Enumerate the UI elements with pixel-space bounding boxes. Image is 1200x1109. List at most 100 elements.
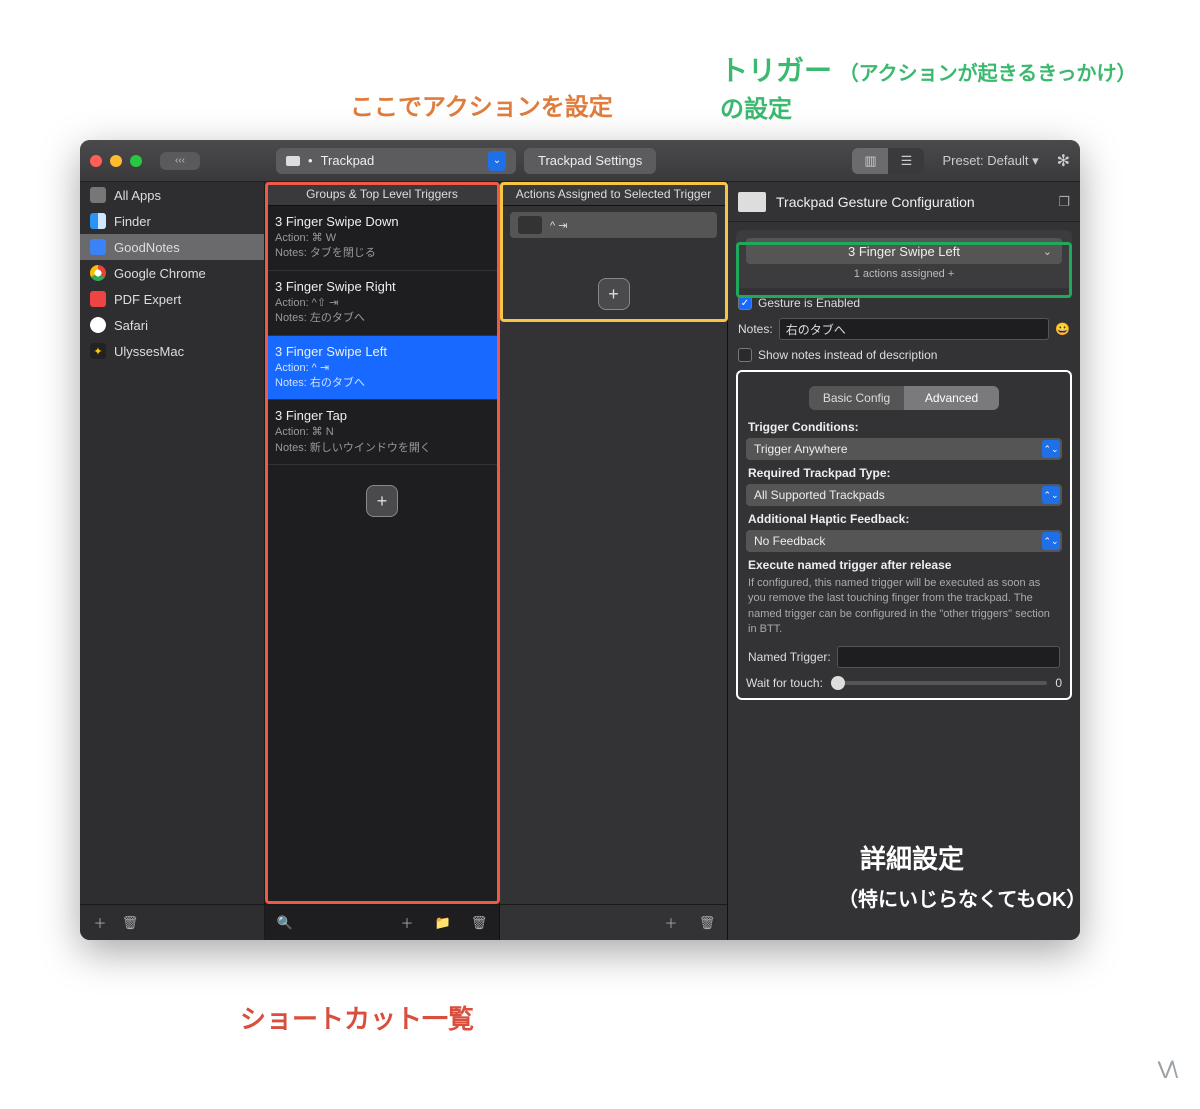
view-columns-icon[interactable]: ▥ (852, 148, 888, 174)
app-window: ‹‹‹ • Trackpad ⌄ Trackpad Settings ▥ ☰ P… (80, 140, 1080, 940)
shownotes-label: Show notes instead of description (758, 348, 937, 362)
view-list-icon[interactable]: ☰ (888, 148, 924, 174)
add-action-footer-icon[interactable]: ＋ (661, 913, 681, 933)
trigger-item[interactable]: 3 Finger Tap Action: ⌘ N Notes: 新しいウインドウ… (265, 400, 499, 465)
notes-input[interactable] (779, 318, 1049, 340)
shownotes-checkbox[interactable] (738, 348, 752, 362)
device-selector[interactable]: • Trackpad ⌄ (276, 148, 516, 174)
folder-icon[interactable]: 📁 (433, 913, 453, 933)
view-segment[interactable]: ▥ ☰ (852, 148, 924, 174)
add-app-icon[interactable]: ＋ (90, 913, 110, 933)
chevron-down-icon: ⌄ (1043, 245, 1052, 258)
toolbar: ‹‹‹ • Trackpad ⌄ Trackpad Settings ▥ ☰ P… (80, 140, 1080, 182)
trigger-notes: Notes: 右のタブへ (275, 376, 489, 391)
trigger-item[interactable]: 3 Finger Swipe Down Action: ⌘ W Notes: タ… (265, 206, 499, 271)
preset-selector[interactable]: Preset: Default ▾ (942, 153, 1038, 169)
notch (604, 238, 624, 248)
annotation-action: ここでアクションを設定 (350, 90, 613, 126)
sidebar: All Apps Finder GoodNotes Google Chrome PDF … (80, 182, 265, 940)
sidebar-item-pdf-expert[interactable]: PDF Expert (80, 286, 264, 312)
config-column: Trackpad Gesture Configuration ❐ 3 Finge… (728, 182, 1080, 940)
caret-icon: ⌃⌄ (1042, 440, 1060, 458)
trash-icon[interactable]: 🗑 (469, 913, 489, 933)
trigger-action: Action: ^⇧ ⇥ (275, 296, 489, 311)
sidebar-item-safari[interactable]: Safari (80, 312, 264, 338)
wait-value: 0 (1055, 676, 1062, 690)
sidebar-item-google-chrome[interactable]: Google Chrome (80, 260, 264, 286)
uly-icon: ✦ (90, 343, 106, 359)
tab-advanced[interactable]: Advanced (904, 386, 999, 410)
trigger-title: 3 Finger Swipe Down (275, 214, 489, 229)
execute-label: Execute named trigger after release (748, 558, 1060, 572)
delete-app-icon[interactable]: 🗑 (120, 913, 140, 933)
pdf-icon (90, 291, 106, 307)
trackpad-settings-button[interactable]: Trackpad Settings (524, 148, 656, 174)
add-action-button[interactable]: + (598, 278, 630, 310)
close-dot[interactable] (90, 155, 102, 167)
trackpad-large-icon (738, 192, 766, 212)
trackpad-type-label: Required Trackpad Type: (748, 466, 1060, 480)
sidebar-item-finder[interactable]: Finder (80, 208, 264, 234)
trackpad-type-select[interactable]: All Supported Trackpads ⌃⌄ (746, 484, 1062, 506)
trigger-title: 3 Finger Swipe Left (275, 344, 489, 359)
trash-action-icon[interactable]: 🗑 (697, 913, 717, 933)
named-trigger-label: Named Trigger: (748, 650, 831, 664)
action-chip[interactable]: ^ ⇥ (510, 212, 717, 238)
haptic-select[interactable]: No Feedback ⌃⌄ (746, 530, 1062, 552)
config-title: Trackpad Gesture Configuration (776, 194, 975, 210)
annotation-detail-sub: （特にいじらなくてもOK） (838, 885, 1086, 915)
trigger-action: Action: ⌘ N (275, 425, 489, 440)
triggers-footer: 🔍 ＋ 📁 🗑 (265, 904, 499, 940)
trigger-item[interactable]: 3 Finger Swipe Left Action: ^ ⇥ Notes: 右… (265, 336, 499, 401)
gesture-name: 3 Finger Swipe Left (848, 244, 960, 259)
annotation-detail-title: 詳細設定 (860, 840, 964, 879)
trigger-item[interactable]: 3 Finger Swipe Right Action: ^⇧ ⇥ Notes:… (265, 271, 499, 336)
sidebar-item-all-apps[interactable]: All Apps (80, 182, 264, 208)
enabled-row[interactable]: ✓ Gesture is Enabled (738, 296, 1070, 310)
trigger-notes: Notes: タブを閉じる (275, 246, 489, 261)
annotation-trigger: トリガー （アクションが起きるきっかけ） の設定 (720, 50, 1137, 128)
trigger-title: 3 Finger Tap (275, 408, 489, 423)
trigger-cond-select[interactable]: Trigger Anywhere ⌃⌄ (746, 438, 1062, 460)
wait-slider[interactable] (831, 681, 1047, 685)
add-icon[interactable]: ＋ (397, 913, 417, 933)
tab-basic[interactable]: Basic Config (809, 386, 904, 410)
emoji-icon[interactable]: 😀 (1055, 322, 1070, 336)
sidebar-item-goodnotes[interactable]: GoodNotes (80, 234, 264, 260)
wait-label: Wait for touch: (746, 676, 823, 690)
enabled-checkbox[interactable]: ✓ (738, 296, 752, 310)
trigger-cond-label: Trigger Conditions: (748, 420, 1060, 434)
trigger-title: 3 Finger Swipe Right (275, 279, 489, 294)
tab-segment[interactable]: Basic Config Advanced (809, 386, 999, 410)
back-button[interactable]: ‹‹‹ (160, 152, 200, 170)
named-trigger-input[interactable] (837, 646, 1060, 668)
chevron-icon: ⌄ (488, 151, 506, 171)
enabled-label: Gesture is Enabled (758, 296, 860, 310)
annotation-shortcut-list: ショートカット一覧 (240, 1000, 474, 1039)
actions-footer: ＋ 🗑 (500, 904, 727, 940)
traffic-lights (90, 155, 142, 167)
haptic-label: Additional Haptic Feedback: (748, 512, 1060, 526)
trigger-notes: Notes: 新しいウインドウを開く (275, 441, 489, 456)
notes-row: Notes: 😀 (738, 318, 1070, 340)
trigger-action: Action: ⌘ W (275, 231, 489, 246)
named-trigger-row: Named Trigger: (748, 646, 1060, 668)
actions-header: Actions Assigned to Selected Trigger (500, 182, 727, 206)
device-label: Trackpad (321, 153, 375, 168)
add-trigger-button[interactable]: + (366, 485, 398, 517)
gesture-subtext: 1 actions assigned + (746, 268, 1062, 280)
gear-icon[interactable]: ✻ (1057, 151, 1070, 171)
trigger-notes: Notes: 左のタブへ (275, 311, 489, 326)
sidebar-item-ulyssesmac[interactable]: ✦UlyssesMac (80, 338, 264, 364)
shownotes-row[interactable]: Show notes instead of description (738, 348, 1070, 362)
gesture-selector[interactable]: 3 Finger Swipe Left ⌄ (746, 238, 1062, 264)
search-icon[interactable]: 🔍 (275, 913, 295, 933)
app-label: Google Chrome (114, 266, 206, 281)
zoom-dot[interactable] (130, 155, 142, 167)
trackpad-icon (286, 156, 300, 166)
gesture-summary: 3 Finger Swipe Left ⌄ 1 actions assigned… (736, 230, 1072, 288)
app-label: Finder (114, 214, 151, 229)
minimize-dot[interactable] (110, 155, 122, 167)
good-icon (90, 239, 106, 255)
popout-icon[interactable]: ❐ (1058, 194, 1070, 210)
